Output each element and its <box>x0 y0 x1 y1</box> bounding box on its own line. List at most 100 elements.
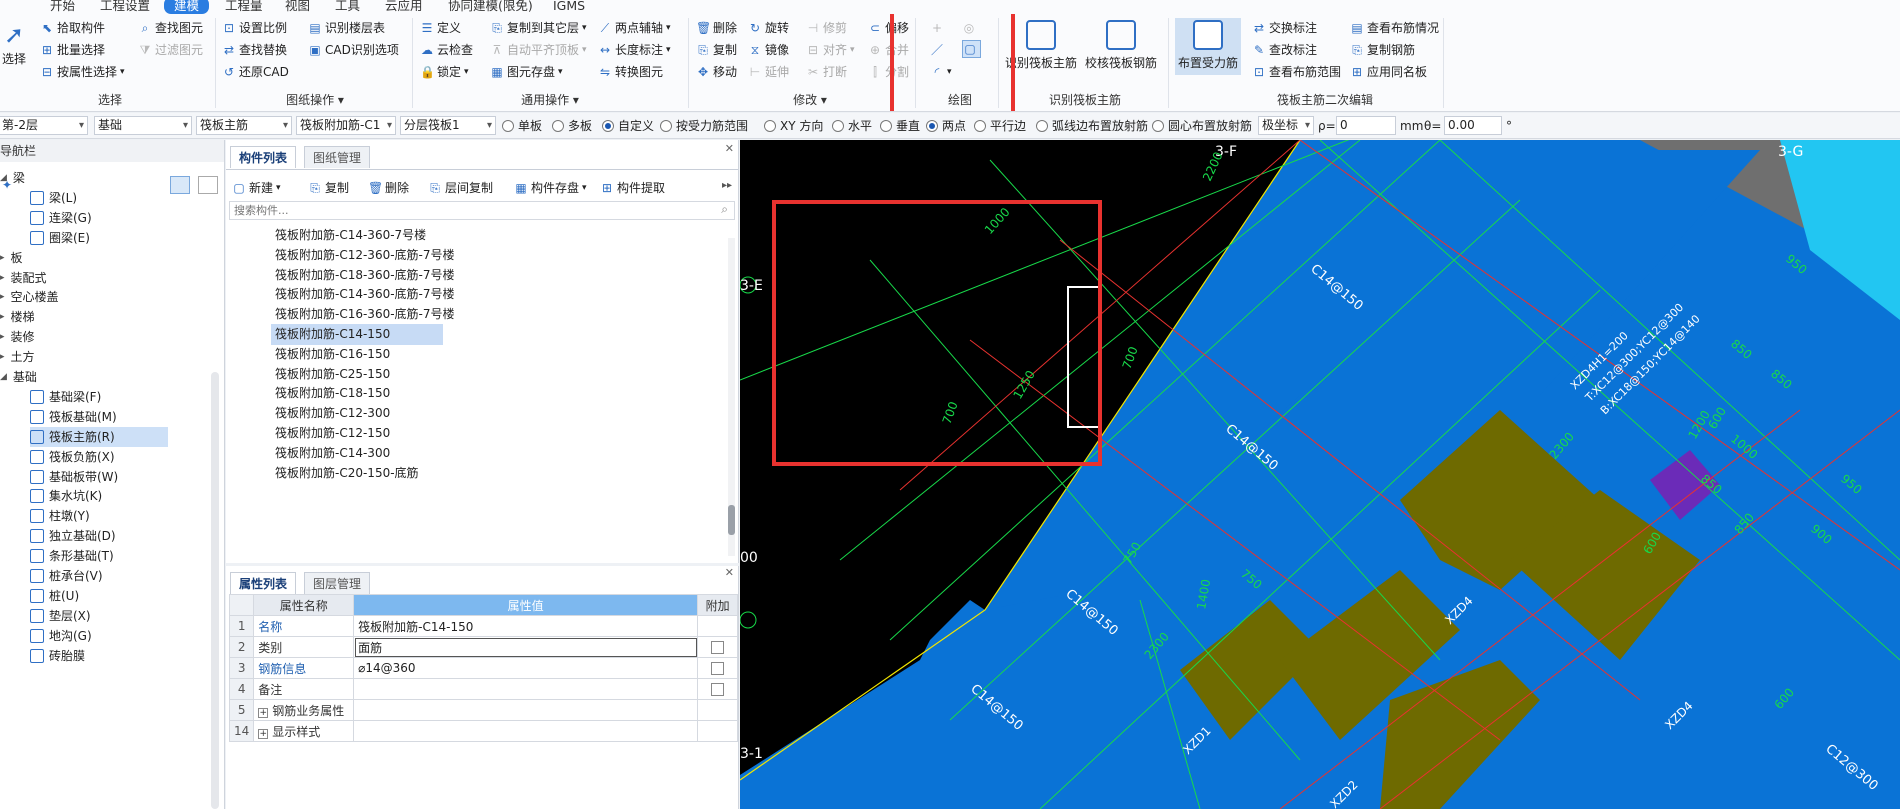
radio-parallel-edge[interactable]: 平行边 <box>974 117 1026 135</box>
new-button[interactable]: ▢ 新建 ▾ <box>232 178 280 198</box>
view-rebar-range-button[interactable]: ⊡ 查看布筋范围 <box>1252 62 1341 82</box>
property-value[interactable] <box>353 720 699 742</box>
radio-center-radial[interactable]: 圆心布置放射筋 <box>1152 117 1252 135</box>
component-scrollbar-thumb[interactable] <box>728 505 735 535</box>
theta-input[interactable]: 0.00 <box>1444 116 1502 135</box>
tab-component-list[interactable]: 构件列表 <box>230 146 297 168</box>
close-icon[interactable]: ✕ <box>725 142 734 155</box>
rho-input[interactable]: 0 <box>1336 116 1396 135</box>
caret-right-icon[interactable]: ▸ <box>0 268 5 288</box>
attach-checkbox[interactable] <box>711 662 725 675</box>
property-row[interactable]: 2 类别 面筋 <box>228 636 738 658</box>
radio-two-points[interactable]: 两点 <box>926 117 966 135</box>
tab-layer-management[interactable]: 图层管理 <box>304 572 371 594</box>
element-save-button[interactable]: ▦ 图元存盘 ▾ <box>490 62 562 82</box>
component-list-item[interactable]: 筏板附加筋-C18-150 <box>271 383 394 404</box>
radio-arc-radial[interactable]: 弧线边布置放射筋 <box>1036 117 1148 135</box>
mirror-button[interactable]: ⧖ 镜像 <box>748 40 789 60</box>
set-scale-button[interactable]: ⊡ 设置比例 <box>222 18 287 38</box>
radio-vertical[interactable]: 垂直 <box>880 117 920 135</box>
nav-item[interactable]: ◢ 梁 <box>0 168 25 188</box>
batch-select-button[interactable]: ⊞ 批量选择 <box>40 40 105 60</box>
component-save-button[interactable]: ▦ 构件存盘 ▾ <box>514 178 586 198</box>
attach-checkbox[interactable] <box>711 641 725 654</box>
component-list-item[interactable]: 筏板附加筋-C18-360-底筋-7号楼 <box>271 265 459 286</box>
filter-element-button[interactable]: ⧩ 过滤图元 <box>138 40 203 60</box>
nav-item[interactable]: 基础板带(W) <box>30 467 118 487</box>
copy-to-other-floor-button[interactable]: ⎘ 复制到其它层 ▾ <box>490 18 586 38</box>
expand-icon[interactable]: + <box>258 728 269 739</box>
trim-button[interactable]: ⊣ 修剪 <box>806 18 847 38</box>
modify-label-button[interactable]: ✎ 查改标注 <box>1252 40 1317 60</box>
menu-tab-project-settings[interactable]: 工程设置 <box>100 0 150 14</box>
menu-tab-view[interactable]: 视图 <box>285 0 310 14</box>
property-row[interactable]: 14 + 显示样式 <box>228 720 738 742</box>
radio-horizontal[interactable]: 水平 <box>832 117 872 135</box>
component-search-input[interactable] <box>229 201 735 220</box>
menu-tab-igms[interactable]: IGMS <box>553 0 585 14</box>
nav-scrollbar[interactable] <box>211 372 219 809</box>
auto-align-top-button[interactable]: ⊼ 自动平齐顶板 ▾ <box>490 40 587 60</box>
property-row[interactable]: 3 钢筋信息 ⌀14@360 <box>228 657 738 679</box>
radio-single-slab[interactable]: 单板 <box>502 117 542 135</box>
component-list-item[interactable]: 筏板附加筋-C16-360-底筋-7号楼 <box>271 304 459 325</box>
rotate-button[interactable]: ↻ 旋转 <box>748 18 789 38</box>
attach-checkbox[interactable] <box>711 683 725 696</box>
component-list-item[interactable]: 筏板附加筋-C12-300 <box>271 403 394 424</box>
caret-right-icon[interactable]: ▸ <box>0 347 5 367</box>
nav-item[interactable]: 柱墩(Y) <box>30 506 90 526</box>
menu-tab-collab[interactable]: 协同建模(限免) <box>448 0 533 14</box>
nav-item[interactable]: 集水坑(K) <box>30 486 102 506</box>
menu-tab-modeling[interactable]: 建模 <box>164 0 210 14</box>
drawing-canvas[interactable]: 3-F 3-G 3-E 3-1 00 1000 2200 1250 700 70… <box>740 140 1900 809</box>
property-row[interactable]: 4 备注 <box>228 678 738 700</box>
nav-item[interactable]: 独立基础(D) <box>30 526 116 546</box>
radio-custom[interactable]: 自定义 <box>602 117 654 135</box>
select-by-property-button[interactable]: ⊟ 按属性选择 ▾ <box>40 62 125 82</box>
two-point-axis-button[interactable]: ⟋ 两点辅轴 ▾ <box>598 18 671 38</box>
nav-item[interactable]: 条形基础(T) <box>30 546 114 566</box>
nav-item[interactable]: 砖胎膜 <box>30 646 85 666</box>
swap-label-button[interactable]: ⇄ 交换标注 <box>1252 18 1317 38</box>
find-element-button[interactable]: ⌕ 查找图元 <box>138 18 203 38</box>
copy-rebar-button[interactable]: ⎘ 复制钢筋 <box>1350 40 1415 60</box>
caret-right-icon[interactable]: ▸ <box>0 327 5 347</box>
property-value[interactable]: ⌀14@360 <box>353 657 699 679</box>
copy-component-button[interactable]: ⎘ 复制 <box>308 178 349 198</box>
nav-item[interactable]: 垫层(X) <box>30 606 91 626</box>
nav-item[interactable]: 地沟(G) <box>30 626 92 646</box>
restore-cad-button[interactable]: ↺ 还原CAD <box>222 62 289 82</box>
caret-down-icon[interactable]: ◢ <box>0 367 7 387</box>
length-dimension-button[interactable]: ↔ 长度标注 ▾ <box>598 40 671 60</box>
close-icon[interactable]: ✕ <box>725 566 734 579</box>
lock-button[interactable]: 🔒 锁定 ▾ <box>420 62 469 82</box>
raft-select[interactable]: 分层筏板1 <box>400 116 496 135</box>
component-list-item[interactable]: 筏板附加筋-C16-150 <box>271 344 394 365</box>
nav-item[interactable]: 筏板主筋(R) <box>30 426 168 447</box>
property-value[interactable]: 筏板附加筋-C14-150 <box>353 615 699 637</box>
nav-item[interactable]: ▸ 楼梯 <box>0 307 35 327</box>
menu-tab-tools[interactable]: 工具 <box>335 0 360 14</box>
component-list-item[interactable]: 筏板附加筋-C14-150 <box>271 324 443 345</box>
apply-same-name-button[interactable]: ⊞ 应用同名板 <box>1350 62 1427 82</box>
caret-right-icon[interactable]: ▸ <box>0 287 5 307</box>
component-list-item[interactable]: 筏板附加筋-C12-150 <box>271 423 394 444</box>
define-button[interactable]: ☰ 定义 <box>420 18 461 38</box>
property-value[interactable]: 面筋 <box>353 636 699 658</box>
copy-button[interactable]: ⎘ 复制 <box>696 40 737 60</box>
nav-item[interactable]: ◢ 基础 <box>0 367 37 387</box>
pick-component-button[interactable]: ⬉ 拾取构件 <box>40 18 105 38</box>
component-list-item[interactable]: 筏板附加筋-C14-300 <box>271 443 394 464</box>
component-list-item[interactable]: 筏板附加筋-C14-360-底筋-7号楼 <box>271 284 459 305</box>
tab-property-list[interactable]: 属性列表 <box>230 572 297 594</box>
coordinate-select[interactable]: 极坐标 <box>1258 116 1314 135</box>
nav-item[interactable]: ▸ 装配式 <box>0 268 47 288</box>
delete-button[interactable]: 🗑 删除 <box>696 18 737 38</box>
caret-right-icon[interactable]: ▸ <box>0 248 5 268</box>
caret-right-icon[interactable]: ▸ <box>0 307 5 327</box>
expand-icon[interactable]: + <box>258 707 269 718</box>
select-button[interactable]: ➚ 选择 <box>2 20 26 67</box>
category-select[interactable]: 基础 <box>94 116 192 135</box>
align-button[interactable]: ⊟ 对齐 ▾ <box>806 40 855 60</box>
nav-item[interactable]: 桩(U) <box>30 586 79 606</box>
